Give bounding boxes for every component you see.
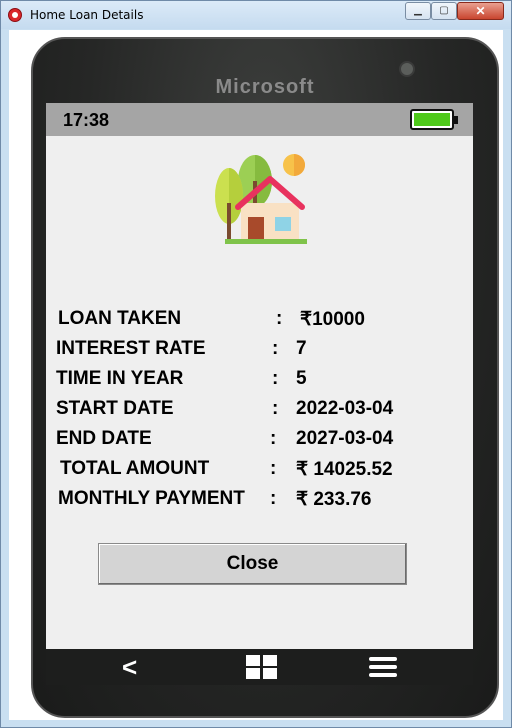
hamburger-menu-icon[interactable]: [369, 657, 397, 679]
detail-value: 7: [296, 338, 307, 359]
detail-label: LOAN TAKEN: [58, 308, 182, 329]
detail-row: MONTHLY PAYMENT: ₹ 233.76: [46, 488, 473, 512]
window-client-area: Microsoft 17:38 LOAN TAKEN: ₹10000 INTE…: [9, 30, 503, 720]
detail-row: TOTAL AMOUNT: ₹ 14025.52: [46, 458, 473, 482]
camera-icon: [399, 61, 415, 77]
detail-separator: :: [272, 338, 279, 359]
detail-row: START DATE:2022-03-04: [46, 398, 473, 422]
detail-label: INTEREST RATE: [56, 338, 206, 359]
detail-label: TIME IN YEAR: [56, 368, 184, 389]
detail-separator: :: [272, 398, 279, 419]
detail-row: LOAN TAKEN: ₹10000: [46, 308, 473, 332]
back-arrow-icon[interactable]: <: [122, 654, 137, 680]
title-bar[interactable]: Home Loan Details ▁ ▢ ✕: [1, 1, 511, 29]
detail-row: TIME IN YEAR:5: [46, 368, 473, 392]
windows-home-icon[interactable]: [246, 655, 277, 679]
phone-navbar: <: [46, 649, 473, 685]
detail-label: START DATE: [56, 398, 174, 419]
app-icon: [8, 8, 22, 22]
detail-row: END DATE:2027-03-04: [46, 428, 473, 452]
close-button[interactable]: Close: [98, 543, 407, 585]
detail-value: ₹ 233.76: [296, 489, 372, 510]
detail-separator: :: [272, 368, 279, 389]
detail-value: ₹10000: [300, 309, 365, 330]
detail-label: TOTAL AMOUNT: [60, 458, 210, 479]
detail-separator: :: [270, 488, 277, 509]
loan-details: LOAN TAKEN: ₹10000 INTEREST RATE:7 TIME IN …: [46, 103, 473, 685]
detail-value: 2027-03-04: [296, 428, 394, 449]
window-close-button[interactable]: ✕: [457, 2, 504, 20]
phone-brand: Microsoft: [215, 76, 315, 98]
detail-separator: :: [276, 308, 283, 329]
maximize-button[interactable]: ▢: [431, 2, 457, 20]
detail-separator: :: [270, 428, 277, 449]
window-title: Home Loan Details: [30, 8, 144, 22]
phone-screen: 17:38 LOAN TAKEN: ₹10000 INTEREST RATE …: [46, 103, 473, 685]
minimize-button[interactable]: ▁: [405, 2, 431, 20]
detail-label: MONTHLY PAYMENT: [58, 488, 245, 509]
detail-separator: :: [270, 458, 277, 479]
detail-row: INTEREST RATE:7: [46, 338, 473, 362]
detail-value: 5: [296, 368, 307, 389]
app-window: Home Loan Details ▁ ▢ ✕ Microsoft 17:38: [0, 0, 512, 728]
detail-value: 2022-03-04: [296, 398, 394, 419]
detail-label: END DATE: [56, 428, 152, 449]
detail-value: ₹ 14025.52: [296, 459, 393, 480]
phone-frame: Microsoft 17:38 LOAN TAKEN: ₹10000 INTE…: [31, 37, 499, 718]
